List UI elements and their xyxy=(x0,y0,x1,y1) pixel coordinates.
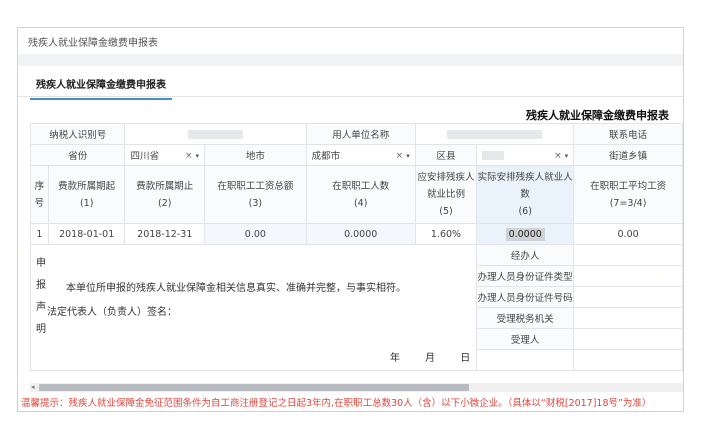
tax-office-label: 受理税务机关 xyxy=(476,307,575,329)
taxpayer-row: 纳税人识别号 用人单位名称 联系电话 xyxy=(29,123,683,145)
province-value: 四川省 xyxy=(130,151,159,162)
chevron-down-icon[interactable]: ▾ xyxy=(406,152,410,160)
row-seq: 1 xyxy=(30,223,49,245)
window-title: 残疾人就业保障金缴费申报表 xyxy=(28,38,158,49)
handler-input[interactable] xyxy=(573,244,683,266)
hint-text: 温馨提示：残疾人就业保障金免征范围条件为自工商注册登记之日起3年内,在职职工总数… xyxy=(21,398,652,409)
actual-header: 实际安排残疾人就业人数 (6) xyxy=(476,165,575,224)
city-select[interactable]: 成都市 × ▾ xyxy=(305,144,416,166)
district-select[interactable]: × ▾ xyxy=(476,144,575,166)
city-label: 地市 xyxy=(204,144,307,166)
actual-count-input[interactable]: 0.0000 xyxy=(476,223,575,245)
period-end-header: 费款所属期止 (2) xyxy=(124,165,206,224)
redacted-taxpayer-id xyxy=(188,129,244,139)
taxpayer-id-value xyxy=(124,123,307,145)
empty-cell xyxy=(573,349,683,371)
total-wage-header: 在职职工工资总额 (3) xyxy=(204,165,307,224)
scroll-left-icon[interactable]: ◂ xyxy=(31,383,35,391)
actual-label: 实际安排残疾人就业人数 xyxy=(477,172,573,200)
actual-count-value: 0.0000 xyxy=(505,227,545,241)
employer-name-label: 用人单位名称 xyxy=(305,123,416,145)
redacted-employer-name xyxy=(446,129,542,139)
tab-underline xyxy=(18,96,683,97)
signature-label: 法定代表人（负责人）签名： xyxy=(47,307,177,318)
chevron-down-icon[interactable]: ▾ xyxy=(196,152,200,160)
period-start-cell: 2018-01-01 xyxy=(47,223,126,245)
scrollbar-thumb[interactable] xyxy=(39,384,469,391)
period-start-header: 费款所属期起 (1) xyxy=(47,165,126,224)
title-separator xyxy=(18,54,683,66)
province-label: 省份 xyxy=(29,144,126,166)
form-title: 残疾人就业保障金缴费申报表 xyxy=(526,109,669,122)
actual-number: (6) xyxy=(518,206,532,217)
receiver-label: 受理人 xyxy=(476,328,575,350)
handler-label: 经办人 xyxy=(476,244,575,266)
ratio-header: 应安排残疾人就业比例 (5) xyxy=(414,165,478,224)
id-type-label: 办理人员身份证件类型 xyxy=(476,265,575,287)
receiver-input[interactable] xyxy=(573,328,683,350)
table-row: 1 2018-01-01 2018-12-31 0.00 0.0000 1.60… xyxy=(30,223,683,245)
total-wage-number: (3) xyxy=(248,197,263,209)
avg-wage-header: 在职职工平均工资 (7=3/4) xyxy=(573,165,683,224)
staff-count-input[interactable]: 0.0000 xyxy=(305,223,416,245)
period-start-label: 费款所属期起 xyxy=(58,180,116,192)
district-label: 区县 xyxy=(414,144,478,166)
avg-wage-cell: 0.00 xyxy=(573,223,683,245)
empty-cell xyxy=(476,349,575,371)
period-start-number: (1) xyxy=(79,197,94,209)
id-number-label: 办理人员身份证件号码 xyxy=(476,286,575,308)
avg-wage-number: (7=3/4) xyxy=(609,197,647,209)
taxpayer-id-label: 纳税人识别号 xyxy=(29,123,126,145)
tax-office-input[interactable] xyxy=(573,307,683,329)
region-row: 省份 四川省 × ▾ 地市 成都市 × ▾ 区县 × ▾ 街道乡镇 xyxy=(29,144,683,166)
total-wage-label: 在职职工工资总额 xyxy=(217,180,294,192)
period-end-label: 费款所属期止 xyxy=(136,180,194,192)
declaration-vertical-label: 申报声明 xyxy=(36,258,46,335)
id-type-input[interactable] xyxy=(573,265,683,287)
declaration-date: 年 月 日 xyxy=(389,353,471,364)
clear-icon[interactable]: × xyxy=(554,151,562,161)
province-select[interactable]: 四川省 × ▾ xyxy=(124,144,206,166)
id-number-input[interactable] xyxy=(573,286,683,308)
chevron-down-icon[interactable]: ▾ xyxy=(565,152,569,160)
report-table: 纳税人识别号 用人单位名称 联系电话 省份 四川省 × ▾ 地市 成都市 × ▾ 区… xyxy=(29,123,683,371)
horizontal-scrollbar[interactable]: ◂ xyxy=(30,383,683,392)
staff-count-number: (4) xyxy=(353,197,368,209)
staff-count-label: 在职职工人数 xyxy=(332,180,390,192)
total-wage-input[interactable]: 0.00 xyxy=(204,223,307,245)
ratio-cell: 1.60% xyxy=(414,223,478,245)
ratio-label: 应安排残疾人就业比例 xyxy=(417,172,475,200)
report-window: 残疾人就业保障金缴费申报表 残疾人就业保障金缴费申报表 残疾人就业保障金缴费申报… xyxy=(17,27,684,412)
avg-wage-label: 在职职工平均工资 xyxy=(590,180,667,192)
declaration-text: 本单位所申报的残疾人就业保障金相关信息真实、准确并完整，与事实相符。 xyxy=(66,283,406,294)
declaration-row-1: 申报声明 本单位所申报的残疾人就业保障金相关信息真实、准确并完整，与事实相符。 … xyxy=(29,244,683,371)
city-value: 成都市 xyxy=(311,151,341,162)
seq-header: 序号 xyxy=(30,165,49,224)
declaration-block: 申报声明 本单位所申报的残疾人就业保障金相关信息真实、准确并完整，与事实相符。 … xyxy=(29,244,478,371)
period-end-cell: 2018-12-31 xyxy=(124,223,206,245)
ratio-number: (5) xyxy=(439,206,453,217)
redacted-district xyxy=(482,150,505,160)
phone-label: 联系电话 xyxy=(573,123,683,145)
employer-name-value xyxy=(414,123,575,145)
clear-icon[interactable]: × xyxy=(185,151,193,161)
clear-icon[interactable]: × xyxy=(396,151,404,161)
period-end-number: (2) xyxy=(158,197,172,209)
column-header-row: 序号 费款所属期起 (1) 费款所属期止 (2) 在职职工工资总额 (3) 在职职工人… xyxy=(30,165,683,224)
staff-count-header: 在职职工人数 (4) xyxy=(305,165,416,224)
street-label: 街道乡镇 xyxy=(573,144,683,166)
